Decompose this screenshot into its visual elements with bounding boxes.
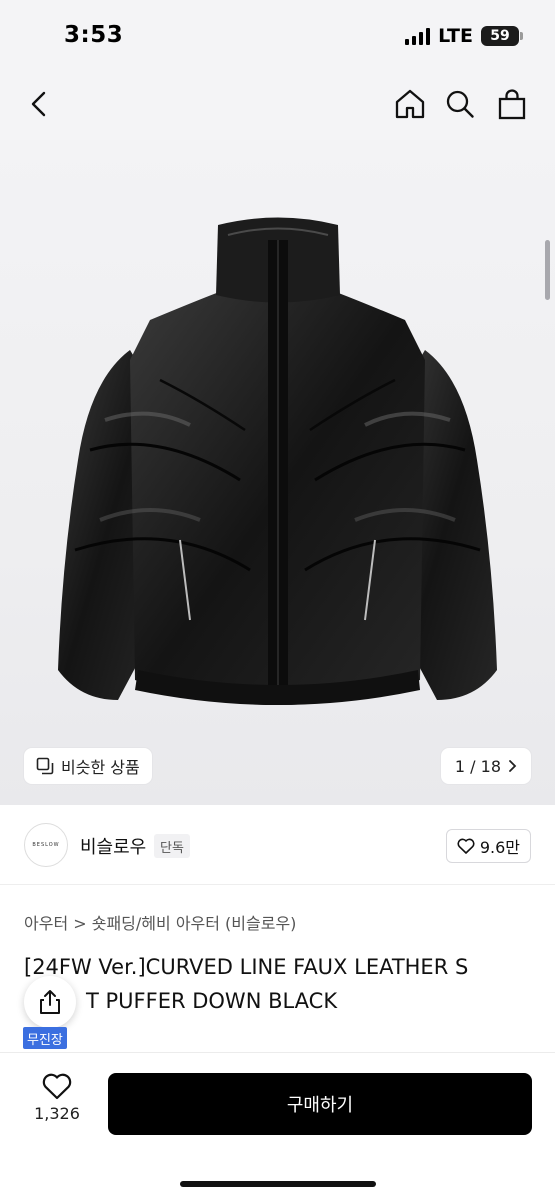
chevron-right-icon bbox=[509, 760, 517, 772]
share-button[interactable] bbox=[24, 976, 76, 1028]
heart-icon bbox=[457, 838, 475, 854]
share-icon bbox=[40, 990, 60, 1014]
free-shipping-badge: 무진장 bbox=[23, 1027, 67, 1049]
product-title-line-2: T PUFFER DOWN BLACK bbox=[86, 989, 338, 1013]
search-button[interactable] bbox=[438, 82, 482, 126]
brand-like-button[interactable]: 9.6만 bbox=[445, 829, 531, 863]
exclusive-badge: 단독 bbox=[154, 834, 190, 858]
chevron-left-icon bbox=[31, 91, 46, 117]
buy-button[interactable]: 구매하기 bbox=[108, 1073, 532, 1135]
product-title: [24FW Ver.]CURVED LINE FAUX LEATHER S T … bbox=[24, 950, 534, 1018]
battery-level: 59 bbox=[490, 28, 510, 44]
breadcrumb[interactable]: 아우터 > 숏패딩/헤비 아우터 (비슬로우) bbox=[24, 910, 296, 934]
image-page-indicator[interactable]: 1 / 18 bbox=[440, 748, 531, 784]
copy-icon bbox=[36, 757, 54, 775]
brand-logo[interactable]: BESLOW bbox=[24, 823, 68, 867]
nav-bar bbox=[0, 70, 555, 140]
brand-logo-text: BESLOW bbox=[32, 842, 60, 848]
status-bar: 3:53 LTE 59 bbox=[0, 0, 555, 70]
home-button[interactable] bbox=[388, 82, 432, 126]
cart-button[interactable] bbox=[490, 82, 534, 126]
home-indicator bbox=[180, 1181, 376, 1187]
heart-icon bbox=[42, 1073, 72, 1100]
home-icon bbox=[395, 89, 425, 119]
page-indicator-text: 1 / 18 bbox=[454, 756, 501, 776]
back-button[interactable] bbox=[18, 82, 62, 126]
status-time: 3:53 bbox=[64, 22, 124, 48]
product-title-line-1: [24FW Ver.]CURVED LINE FAUX LEATHER S bbox=[24, 955, 469, 979]
bottom-action-bar: 1,326 구매하기 bbox=[0, 1052, 555, 1200]
wishlist-count: 1,326 bbox=[34, 1104, 80, 1123]
brand-like-count: 9.6만 bbox=[479, 838, 520, 857]
similar-products-label: 비슷한 상품 bbox=[61, 758, 140, 777]
wishlist-button[interactable]: 1,326 bbox=[24, 1073, 90, 1123]
similar-products-button[interactable]: 비슷한 상품 bbox=[24, 748, 152, 784]
product-image-jacket bbox=[58, 217, 497, 705]
signal-icon bbox=[405, 27, 431, 45]
network-label: LTE bbox=[438, 25, 473, 47]
search-icon bbox=[446, 90, 474, 118]
status-indicators: LTE 59 bbox=[405, 25, 523, 47]
shopping-bag-icon bbox=[498, 89, 526, 120]
product-image-gallery[interactable]: 비슷한 상품 1 / 18 bbox=[0, 140, 555, 805]
battery-icon: 59 bbox=[481, 26, 523, 46]
brand-name[interactable]: 비슬로우 bbox=[80, 833, 146, 859]
brand-row: BESLOW 비슬로우 단독 9.6만 bbox=[0, 805, 555, 885]
